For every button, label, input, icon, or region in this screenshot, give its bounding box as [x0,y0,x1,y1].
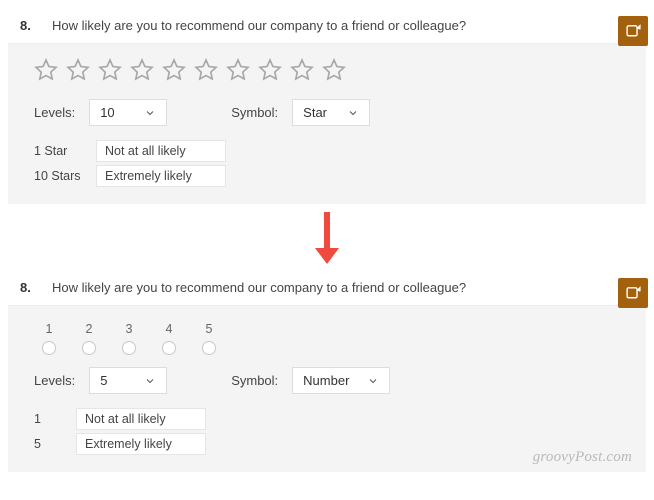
star-icon[interactable] [226,58,250,87]
rating-number: 2 [86,322,93,336]
levels-select[interactable]: 10 [89,99,167,126]
rating-number: 4 [166,322,173,336]
rating-option[interactable]: 3 [122,322,136,355]
symbol-label: Symbol: [231,373,278,388]
rating-option[interactable]: 5 [202,322,216,355]
radio-icon [82,341,96,355]
levels-select[interactable]: 5 [89,367,167,394]
rating-question-star: 8. How likely are you to recommend our c… [8,8,646,204]
watermark: groovyPost.com [533,449,632,466]
radio-icon [162,341,176,355]
rating-number: 3 [126,322,133,336]
radio-icon [202,341,216,355]
chevron-down-icon [144,375,156,387]
label-high-key: 5 [34,437,64,451]
symbol-value: Number [303,373,349,388]
rating-option[interactable]: 4 [162,322,176,355]
star-icon[interactable] [98,58,122,87]
number-rating-row: 1 2 3 4 5 [20,316,634,367]
rating-labels: 1 Star Not at all likely 10 Stars Extrem… [20,140,634,187]
rating-controls: Levels: 10 Symbol: Star [20,99,634,140]
label-low-key: 1 Star [34,144,84,158]
question-number: 8. [20,280,38,295]
label-low-field[interactable]: Not at all likely [76,408,206,430]
levels-label: Levels: [34,373,75,388]
levels-label: Levels: [34,105,75,120]
levels-value: 10 [100,105,114,120]
label-high-field[interactable]: Extremely likely [96,165,226,187]
question-text[interactable]: How likely are you to recommend our comp… [52,280,634,295]
branching-button[interactable] [618,278,648,308]
symbol-value: Star [303,105,327,120]
transition-arrow [8,204,646,270]
rating-labels: 1 Not at all likely 5 Extremely likely [20,408,634,455]
rating-number: 5 [206,322,213,336]
chevron-down-icon [144,107,156,119]
chevron-down-icon [367,375,379,387]
star-icon[interactable] [290,58,314,87]
radio-icon [42,341,56,355]
star-rating-row [20,54,634,99]
label-high-key: 10 Stars [34,169,84,183]
label-low-key: 1 [34,412,64,426]
star-icon[interactable] [162,58,186,87]
label-low-field[interactable]: Not at all likely [96,140,226,162]
rating-number: 1 [46,322,53,336]
rating-question-number: 8. How likely are you to recommend our c… [8,270,646,472]
star-icon[interactable] [66,58,90,87]
question-header: 8. How likely are you to recommend our c… [8,270,646,306]
chevron-down-icon [347,107,359,119]
label-high-field[interactable]: Extremely likely [76,433,206,455]
levels-value: 5 [100,373,107,388]
star-icon[interactable] [34,58,58,87]
branch-icon [625,285,642,302]
star-icon[interactable] [322,58,346,87]
question-number: 8. [20,18,38,33]
symbol-select[interactable]: Number [292,367,390,394]
radio-icon [122,341,136,355]
rating-option[interactable]: 1 [42,322,56,355]
star-icon[interactable] [258,58,282,87]
arrow-down-icon [312,210,342,266]
branching-button[interactable] [618,16,648,46]
rating-option[interactable]: 2 [82,322,96,355]
question-text[interactable]: How likely are you to recommend our comp… [52,18,634,33]
star-icon[interactable] [130,58,154,87]
symbol-label: Symbol: [231,105,278,120]
symbol-select[interactable]: Star [292,99,370,126]
question-header: 8. How likely are you to recommend our c… [8,8,646,44]
branch-icon [625,23,642,40]
star-icon[interactable] [194,58,218,87]
rating-controls: Levels: 5 Symbol: Number [20,367,634,408]
